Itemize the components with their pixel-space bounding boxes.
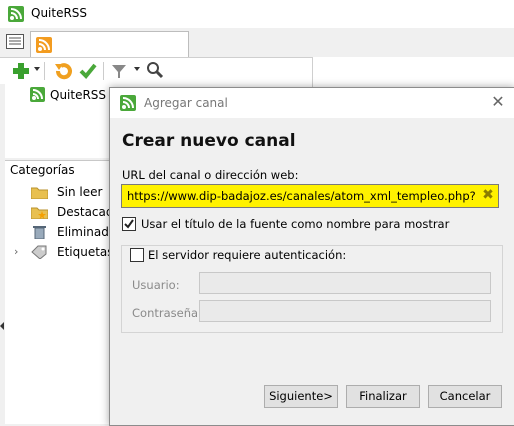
username-label: Usuario: xyxy=(132,278,180,292)
use-title-label: Usar el título de la fuente como nombre … xyxy=(141,217,450,231)
title-bar: QuiteRSS xyxy=(0,0,514,28)
splitter-handle-icon[interactable] xyxy=(0,322,4,330)
cancel-button[interactable]: Cancelar xyxy=(428,385,502,408)
trash-icon xyxy=(31,225,48,240)
next-button[interactable]: Siguiente> xyxy=(264,385,338,408)
dialog-title-bar: Agregar canal ✕ xyxy=(110,88,514,118)
close-icon[interactable]: ✕ xyxy=(489,93,507,111)
url-field-label: URL del canal o dirección web: xyxy=(122,168,299,182)
rss-feed-icon xyxy=(30,87,45,102)
feed-item-label: QuiteRSS xyxy=(50,88,107,102)
feeds-toolbar xyxy=(0,57,312,84)
clear-icon[interactable]: ✖ xyxy=(480,187,496,203)
dialog-heading: Crear nuevo canal xyxy=(122,131,296,151)
password-label: Contraseña: xyxy=(132,306,202,320)
auth-checkbox[interactable] xyxy=(130,248,144,262)
dialog-title: Agregar canal xyxy=(144,96,228,110)
toolbar-divider xyxy=(103,62,104,80)
category-item-label: Sin leer xyxy=(57,185,103,199)
add-feed-dialog: Agregar canal ✕ Crear nuevo canal URL de… xyxy=(109,87,514,426)
folder-icon xyxy=(30,185,49,200)
username-input[interactable] xyxy=(199,272,491,294)
finish-button[interactable]: Finalizar xyxy=(346,385,420,408)
expand-chevron-right-icon[interactable]: › xyxy=(14,242,18,262)
use-title-checkbox[interactable] xyxy=(122,217,136,231)
category-item-label: Etiquetas xyxy=(57,245,114,259)
quiterss-logo-icon xyxy=(8,6,24,22)
rss-feed-icon xyxy=(36,37,52,53)
tag-icon xyxy=(31,245,48,260)
search-icon[interactable] xyxy=(146,61,164,79)
filter-dropdown-chevron-down-icon[interactable] xyxy=(134,67,140,71)
quiterss-logo-icon xyxy=(120,95,136,111)
mark-read-check-icon[interactable] xyxy=(79,62,97,80)
filter-funnel-icon[interactable] xyxy=(110,62,128,80)
categories-header-label: Categorías xyxy=(10,163,75,177)
folder-star-icon xyxy=(30,205,49,220)
url-input[interactable]: https://www.dip-badajoz.es/canales/atom_… xyxy=(121,184,499,208)
password-input[interactable] xyxy=(199,300,491,322)
tab-feed[interactable] xyxy=(30,31,189,60)
toolbar-divider xyxy=(44,62,45,80)
update-refresh-icon[interactable] xyxy=(54,61,73,80)
panel-toggle-icon[interactable] xyxy=(6,34,24,49)
url-input-value: https://www.dip-badajoz.es/canales/atom_… xyxy=(127,189,475,203)
category-item-label: Eliminado xyxy=(57,225,117,239)
add-feed-icon[interactable] xyxy=(12,62,30,80)
app-title: QuiteRSS xyxy=(31,6,88,20)
auth-label: El servidor requiere autenticación: xyxy=(146,248,349,262)
add-dropdown-chevron-down-icon[interactable] xyxy=(34,67,40,71)
